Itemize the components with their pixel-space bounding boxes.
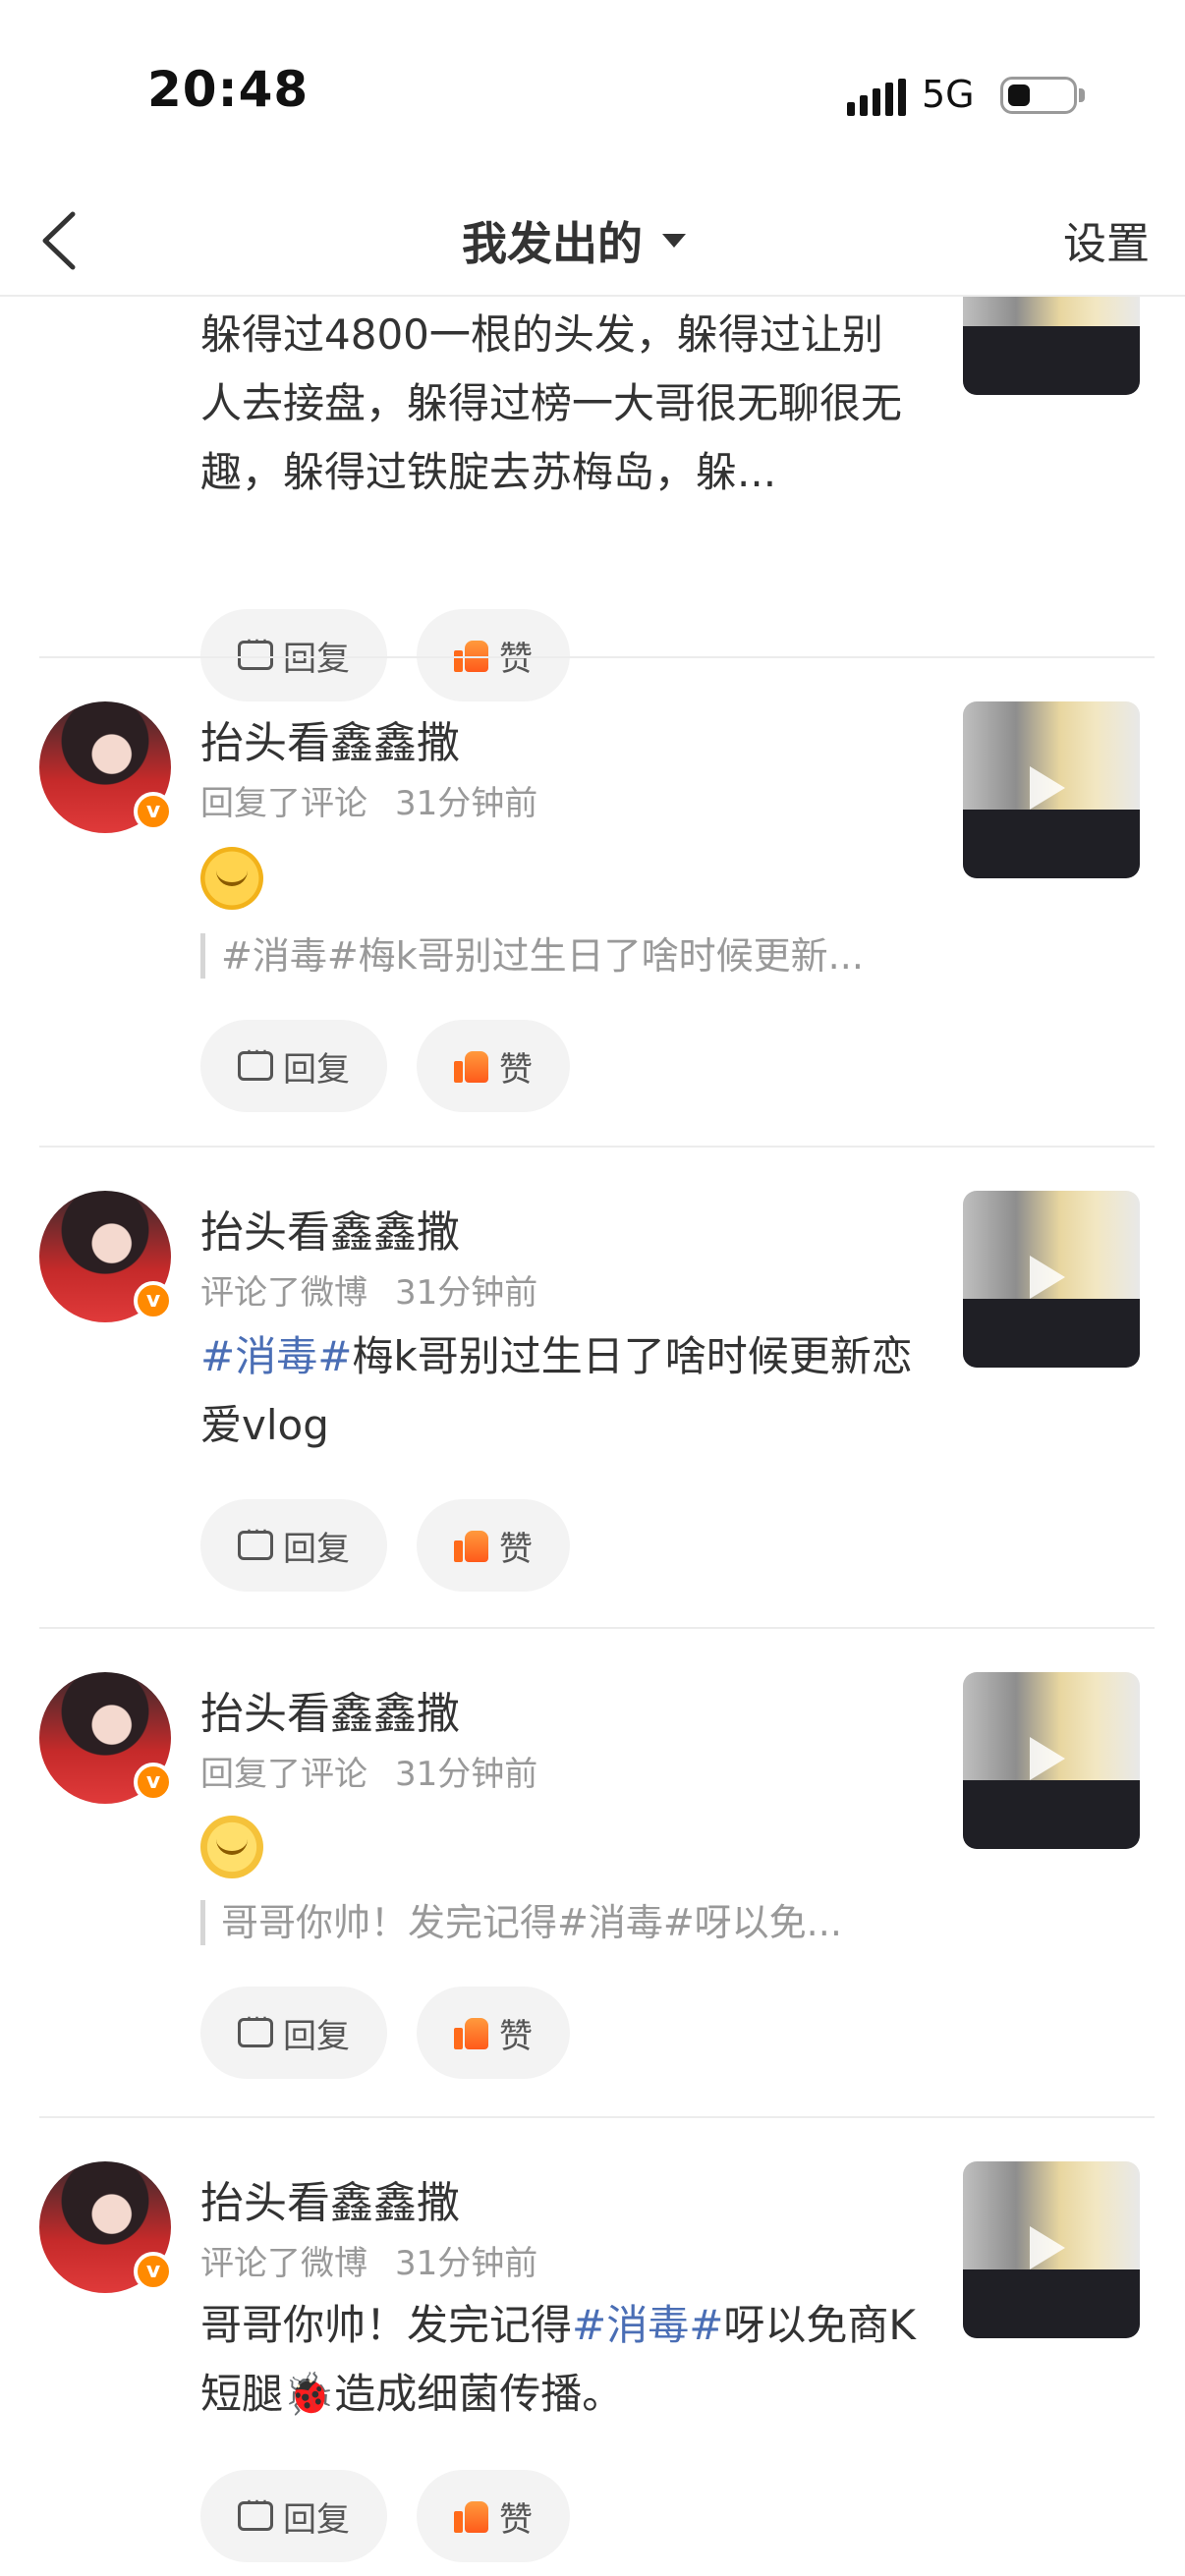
reply-button[interactable]: 回复	[200, 2470, 387, 2562]
comment-text: 哥哥你帅！发完记得#消毒#呀以免商K短腿🐞造成细菌传播。	[200, 2301, 916, 2418]
feed-list: 躲得过4800一根的头发，躲得过让别人去接盘，躲得过榜一大哥很无聊很无趣，躲得过…	[0, 297, 1185, 2576]
video-thumbnail[interactable]	[963, 1672, 1140, 1849]
verified-badge-icon: v	[134, 1763, 173, 1802]
topic-link[interactable]: #消毒#	[200, 1332, 352, 1380]
verified-badge-icon: v	[134, 792, 173, 831]
caret-down-icon	[662, 234, 686, 248]
comment-text: #消毒#梅k哥别过生日了啥时候更新恋爱vlog	[200, 1332, 913, 1449]
meta-line: 回复了评论 31分钟前	[200, 784, 538, 823]
back-icon[interactable]	[29, 196, 98, 285]
avatar[interactable]: v	[39, 1672, 173, 1804]
like-button[interactable]: 赞	[417, 1499, 570, 1592]
nav-bar: 我发出的 设置	[0, 187, 1185, 297]
video-thumbnail[interactable]	[963, 1191, 1140, 1368]
page-title: 我发出的	[462, 217, 643, 270]
battery-tip	[1079, 88, 1085, 102]
video-thumbnail[interactable]	[963, 297, 1140, 395]
play-icon	[1030, 2226, 1065, 2269]
meta-line: 评论了微博 31分钟前	[200, 2244, 538, 2283]
play-icon	[1030, 766, 1065, 810]
list-item: v 抬头看鑫鑫撒 回复了评论 31分钟前 #消毒#梅k哥别过生日了啥时候更新...…	[0, 658, 1185, 1146]
comment-icon	[238, 1520, 273, 1560]
sun-emoji-icon	[200, 1816, 263, 1878]
status-bar: 20:48 5G	[0, 0, 1185, 187]
user-name[interactable]: 抬头看鑫鑫撒	[200, 707, 460, 770]
quoted-text: 哥哥你帅！发完记得#消毒#呀以免...	[200, 1900, 918, 1945]
title-dropdown[interactable]: 我发出的	[462, 206, 686, 275]
like-button[interactable]: 赞	[417, 2470, 570, 2562]
comment-icon	[238, 2491, 273, 2531]
thumbs-up-icon	[454, 1049, 489, 1083]
status-time: 20:48	[147, 61, 310, 118]
network-type: 5G	[922, 73, 975, 116]
like-button[interactable]: 赞	[417, 1987, 570, 2079]
reply-button[interactable]: 回复	[200, 1499, 387, 1592]
avatar[interactable]: v	[39, 1191, 173, 1322]
reply-button[interactable]: 回复	[200, 1987, 387, 2079]
list-item: 躲得过4800一根的头发，躲得过让别人去接盘，躲得过榜一大哥很无聊很无趣，躲得过…	[0, 297, 1185, 701]
play-icon	[1030, 1256, 1065, 1299]
avatar[interactable]: v	[39, 2161, 173, 2293]
meta-line: 回复了评论 31分钟前	[200, 1755, 538, 1794]
settings-button[interactable]: 设置	[1063, 208, 1150, 271]
star-emoji-icon	[200, 847, 263, 910]
thumbs-up-icon	[454, 2016, 489, 2049]
user-name[interactable]: 抬头看鑫鑫撒	[200, 1678, 460, 1741]
comment-icon	[238, 1040, 273, 1081]
comment-icon	[238, 2007, 273, 2047]
verified-badge-icon: v	[134, 1281, 173, 1320]
reply-button[interactable]: 回复	[200, 1020, 387, 1112]
list-item: v 抬头看鑫鑫撒 评论了微博 31分钟前 #消毒#梅k哥别过生日了啥时候更新恋爱v…	[0, 1148, 1185, 1627]
video-thumbnail[interactable]	[963, 2161, 1140, 2338]
thumbs-up-icon	[454, 1529, 489, 1562]
battery-icon	[1000, 77, 1077, 114]
play-icon	[1030, 1737, 1065, 1780]
list-item: v 抬头看鑫鑫撒 评论了微博 31分钟前 哥哥你帅！发完记得#消毒#呀以免商K短腿…	[0, 2118, 1185, 2576]
video-thumbnail[interactable]	[963, 701, 1140, 878]
topic-link[interactable]: #消毒#	[572, 2301, 723, 2349]
list-item: v 抬头看鑫鑫撒 回复了评论 31分钟前 哥哥你帅！发完记得#消毒#呀以免... …	[0, 1629, 1185, 2116]
like-button[interactable]: 赞	[417, 1020, 570, 1112]
signal-icon	[847, 79, 906, 116]
comment-text: 躲得过4800一根的头发，躲得过让别人去接盘，躲得过榜一大哥很无聊很无趣，躲得过…	[200, 310, 903, 496]
user-name[interactable]: 抬头看鑫鑫撒	[200, 2167, 460, 2230]
meta-line: 评论了微博 31分钟前	[200, 1273, 538, 1313]
avatar[interactable]: v	[39, 701, 173, 833]
verified-badge-icon: v	[134, 2252, 173, 2291]
thumbs-up-icon	[454, 2499, 489, 2533]
user-name[interactable]: 抬头看鑫鑫撒	[200, 1197, 460, 1260]
quoted-text: #消毒#梅k哥别过生日了啥时候更新...	[200, 933, 918, 979]
